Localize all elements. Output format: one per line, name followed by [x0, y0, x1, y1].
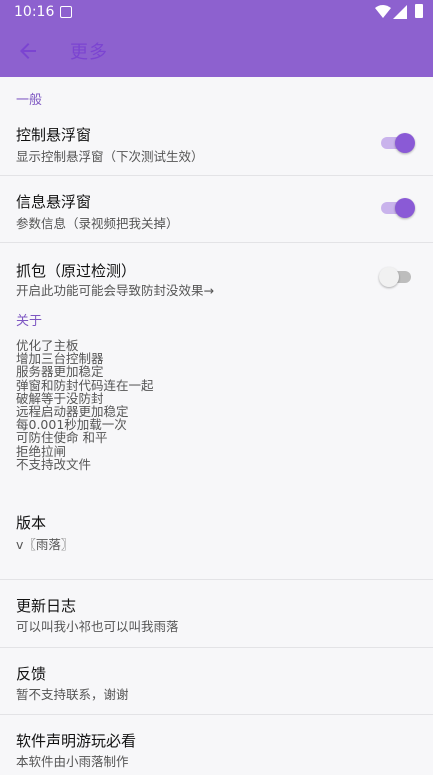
battery-icon: [415, 4, 423, 18]
disclaimer-title: 软件声明游玩必看: [16, 732, 137, 750]
back-arrow-icon[interactable]: [16, 39, 40, 63]
notification-icon: [60, 6, 72, 18]
about-line: 服务器更加稳定: [16, 364, 104, 380]
disclaimer-summary: 本软件由小雨落制作: [16, 754, 129, 769]
changelog-summary: 可以叫我小祁也可以叫我雨落: [16, 619, 179, 634]
page-title: 更多: [70, 42, 108, 63]
setting-control-float-window[interactable]: 控制悬浮窗 显示控制悬浮窗（下次测试生效）: [0, 109, 433, 176]
version-summary: v〖雨落〗: [16, 537, 74, 552]
app-bar: 更多: [0, 26, 433, 77]
info-float-window-switch[interactable]: [381, 196, 415, 220]
packet-capture-switch[interactable]: [379, 265, 413, 289]
section-header-about: 关于: [16, 314, 43, 329]
setting-title: 抓包（原过检测）: [16, 262, 137, 280]
setting-summary: 开启此功能可能会导致防封没效果→: [16, 283, 214, 298]
settings-list: 一般 控制悬浮窗 显示控制悬浮窗（下次测试生效） 信息悬浮窗 参数信息（录视频把…: [0, 77, 433, 775]
disclaimer-row[interactable]: 软件声明游玩必看 本软件由小雨落制作: [0, 715, 433, 775]
feedback-row[interactable]: 反馈 暂不支持联系，谢谢: [0, 648, 433, 715]
setting-title: 信息悬浮窗: [16, 193, 92, 211]
feedback-title: 反馈: [16, 665, 47, 683]
about-line: 弹窗和防封代码连在一起: [16, 377, 154, 393]
setting-packet-capture[interactable]: 抓包（原过检测） 开启此功能可能会导致防封没效果→: [0, 243, 433, 308]
setting-summary: 参数信息（录视频把我关掉）: [16, 216, 179, 231]
switch-thumb: [395, 198, 415, 218]
setting-summary: 显示控制悬浮窗（下次测试生效）: [16, 149, 204, 164]
control-float-window-switch[interactable]: [381, 131, 415, 155]
switch-thumb: [379, 267, 399, 287]
about-lines: 优化了主板 增加三台控制器 服务器更加稳定 弹窗和防封代码连在一起 破解等于没防…: [16, 339, 154, 471]
status-bar: 10:16: [0, 0, 433, 26]
section-header-general: 一般: [16, 93, 43, 108]
changelog-title: 更新日志: [16, 597, 77, 615]
about-line: 拒绝拉闸: [16, 443, 67, 459]
setting-title: 控制悬浮窗: [16, 126, 92, 144]
wifi-icon: [375, 5, 391, 18]
setting-info-float-window[interactable]: 信息悬浮窗 参数信息（录视频把我关掉）: [0, 176, 433, 243]
about-line: 不支持改文件: [16, 456, 92, 472]
changelog-row[interactable]: 更新日志 可以叫我小祁也可以叫我雨落: [0, 580, 433, 648]
version-row[interactable]: 版本 v〖雨落〗: [0, 512, 433, 580]
switch-thumb: [395, 133, 415, 153]
version-title: 版本: [16, 514, 47, 532]
signal-icon: [393, 5, 407, 19]
about-line: 可防住使命 和平: [16, 430, 108, 446]
about-description: 优化了主板 增加三台控制器 服务器更加稳定 弹窗和防封代码连在一起 破解等于没防…: [0, 339, 433, 512]
status-time: 10:16: [14, 4, 55, 20]
feedback-summary: 暂不支持联系，谢谢: [16, 687, 129, 702]
